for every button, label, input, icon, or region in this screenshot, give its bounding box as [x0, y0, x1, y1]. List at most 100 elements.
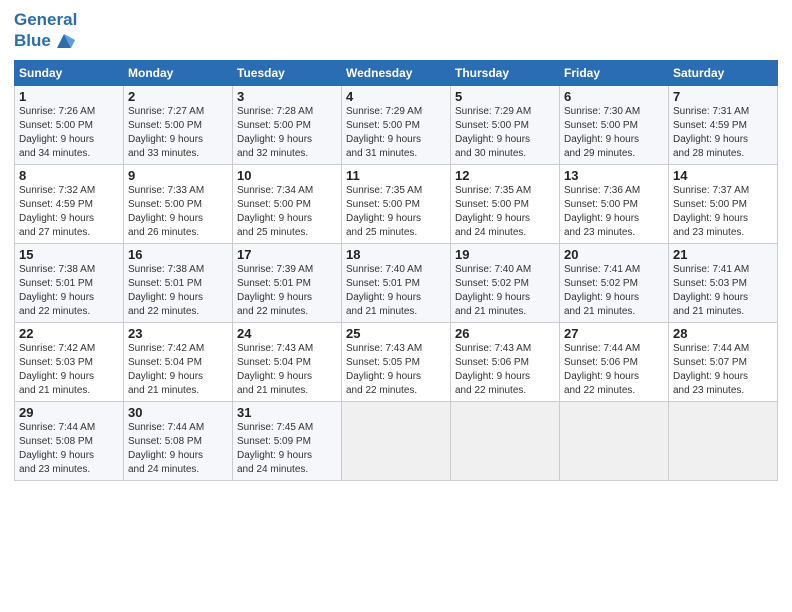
- logo-text-line2: Blue: [14, 31, 51, 51]
- calendar-cell: 13Sunrise: 7:36 AM Sunset: 5:00 PM Dayli…: [560, 164, 669, 243]
- day-detail: Sunrise: 7:27 AM Sunset: 5:00 PM Dayligh…: [128, 105, 228, 161]
- day-number: 14: [673, 168, 773, 183]
- day-detail: Sunrise: 7:38 AM Sunset: 5:01 PM Dayligh…: [128, 263, 228, 319]
- day-number: 21: [673, 247, 773, 262]
- weekday-header-tuesday: Tuesday: [233, 60, 342, 85]
- page-container: General Blue SundayMondayTuesdayWednesda…: [0, 0, 792, 491]
- calendar-cell: 27Sunrise: 7:44 AM Sunset: 5:06 PM Dayli…: [560, 322, 669, 401]
- day-number: 8: [19, 168, 119, 183]
- calendar-cell: 25Sunrise: 7:43 AM Sunset: 5:05 PM Dayli…: [342, 322, 451, 401]
- calendar-cell: 1Sunrise: 7:26 AM Sunset: 5:00 PM Daylig…: [15, 85, 124, 164]
- day-number: 26: [455, 326, 555, 341]
- day-detail: Sunrise: 7:31 AM Sunset: 4:59 PM Dayligh…: [673, 105, 773, 161]
- day-number: 27: [564, 326, 664, 341]
- day-number: 18: [346, 247, 446, 262]
- day-detail: Sunrise: 7:41 AM Sunset: 5:02 PM Dayligh…: [564, 263, 664, 319]
- calendar-cell: 4Sunrise: 7:29 AM Sunset: 5:00 PM Daylig…: [342, 85, 451, 164]
- day-detail: Sunrise: 7:45 AM Sunset: 5:09 PM Dayligh…: [237, 421, 337, 477]
- day-number: 4: [346, 89, 446, 104]
- day-detail: Sunrise: 7:39 AM Sunset: 5:01 PM Dayligh…: [237, 263, 337, 319]
- day-number: 25: [346, 326, 446, 341]
- calendar-cell: 16Sunrise: 7:38 AM Sunset: 5:01 PM Dayli…: [124, 243, 233, 322]
- logo: General Blue: [14, 10, 77, 52]
- day-detail: Sunrise: 7:42 AM Sunset: 5:03 PM Dayligh…: [19, 342, 119, 398]
- calendar-cell: 24Sunrise: 7:43 AM Sunset: 5:04 PM Dayli…: [233, 322, 342, 401]
- weekday-header-sunday: Sunday: [15, 60, 124, 85]
- weekday-header-friday: Friday: [560, 60, 669, 85]
- calendar-cell: 31Sunrise: 7:45 AM Sunset: 5:09 PM Dayli…: [233, 401, 342, 480]
- weekday-header-thursday: Thursday: [451, 60, 560, 85]
- day-number: 1: [19, 89, 119, 104]
- day-detail: Sunrise: 7:42 AM Sunset: 5:04 PM Dayligh…: [128, 342, 228, 398]
- day-number: 2: [128, 89, 228, 104]
- day-detail: Sunrise: 7:26 AM Sunset: 5:00 PM Dayligh…: [19, 105, 119, 161]
- calendar-cell: 7Sunrise: 7:31 AM Sunset: 4:59 PM Daylig…: [669, 85, 778, 164]
- calendar-cell: 14Sunrise: 7:37 AM Sunset: 5:00 PM Dayli…: [669, 164, 778, 243]
- calendar-cell: 30Sunrise: 7:44 AM Sunset: 5:08 PM Dayli…: [124, 401, 233, 480]
- day-detail: Sunrise: 7:35 AM Sunset: 5:00 PM Dayligh…: [455, 184, 555, 240]
- day-detail: Sunrise: 7:44 AM Sunset: 5:07 PM Dayligh…: [673, 342, 773, 398]
- day-detail: Sunrise: 7:36 AM Sunset: 5:00 PM Dayligh…: [564, 184, 664, 240]
- weekday-header-wednesday: Wednesday: [342, 60, 451, 85]
- calendar-cell: 11Sunrise: 7:35 AM Sunset: 5:00 PM Dayli…: [342, 164, 451, 243]
- day-detail: Sunrise: 7:43 AM Sunset: 5:06 PM Dayligh…: [455, 342, 555, 398]
- day-number: 17: [237, 247, 337, 262]
- day-number: 16: [128, 247, 228, 262]
- calendar-cell: 28Sunrise: 7:44 AM Sunset: 5:07 PM Dayli…: [669, 322, 778, 401]
- calendar-cell: 22Sunrise: 7:42 AM Sunset: 5:03 PM Dayli…: [15, 322, 124, 401]
- day-detail: Sunrise: 7:38 AM Sunset: 5:01 PM Dayligh…: [19, 263, 119, 319]
- calendar-cell: 10Sunrise: 7:34 AM Sunset: 5:00 PM Dayli…: [233, 164, 342, 243]
- day-number: 31: [237, 405, 337, 420]
- day-detail: Sunrise: 7:44 AM Sunset: 5:08 PM Dayligh…: [19, 421, 119, 477]
- calendar-cell: 2Sunrise: 7:27 AM Sunset: 5:00 PM Daylig…: [124, 85, 233, 164]
- day-detail: Sunrise: 7:29 AM Sunset: 5:00 PM Dayligh…: [346, 105, 446, 161]
- day-number: 7: [673, 89, 773, 104]
- calendar-cell: 5Sunrise: 7:29 AM Sunset: 5:00 PM Daylig…: [451, 85, 560, 164]
- day-number: 30: [128, 405, 228, 420]
- day-number: 10: [237, 168, 337, 183]
- day-detail: Sunrise: 7:41 AM Sunset: 5:03 PM Dayligh…: [673, 263, 773, 319]
- weekday-header-monday: Monday: [124, 60, 233, 85]
- calendar-cell: 21Sunrise: 7:41 AM Sunset: 5:03 PM Dayli…: [669, 243, 778, 322]
- calendar-table: SundayMondayTuesdayWednesdayThursdayFrid…: [14, 60, 778, 481]
- calendar-cell: 8Sunrise: 7:32 AM Sunset: 4:59 PM Daylig…: [15, 164, 124, 243]
- calendar-cell: 19Sunrise: 7:40 AM Sunset: 5:02 PM Dayli…: [451, 243, 560, 322]
- calendar-cell: [342, 401, 451, 480]
- calendar-cell: 12Sunrise: 7:35 AM Sunset: 5:00 PM Dayli…: [451, 164, 560, 243]
- calendar-cell: [560, 401, 669, 480]
- day-number: 20: [564, 247, 664, 262]
- day-detail: Sunrise: 7:37 AM Sunset: 5:00 PM Dayligh…: [673, 184, 773, 240]
- day-number: 28: [673, 326, 773, 341]
- calendar-cell: 17Sunrise: 7:39 AM Sunset: 5:01 PM Dayli…: [233, 243, 342, 322]
- calendar-cell: 26Sunrise: 7:43 AM Sunset: 5:06 PM Dayli…: [451, 322, 560, 401]
- calendar-cell: 20Sunrise: 7:41 AM Sunset: 5:02 PM Dayli…: [560, 243, 669, 322]
- day-detail: Sunrise: 7:33 AM Sunset: 5:00 PM Dayligh…: [128, 184, 228, 240]
- day-detail: Sunrise: 7:44 AM Sunset: 5:06 PM Dayligh…: [564, 342, 664, 398]
- day-detail: Sunrise: 7:40 AM Sunset: 5:02 PM Dayligh…: [455, 263, 555, 319]
- header: General Blue: [14, 10, 778, 52]
- day-detail: Sunrise: 7:29 AM Sunset: 5:00 PM Dayligh…: [455, 105, 555, 161]
- day-detail: Sunrise: 7:40 AM Sunset: 5:01 PM Dayligh…: [346, 263, 446, 319]
- day-detail: Sunrise: 7:34 AM Sunset: 5:00 PM Dayligh…: [237, 184, 337, 240]
- calendar-cell: 3Sunrise: 7:28 AM Sunset: 5:00 PM Daylig…: [233, 85, 342, 164]
- day-detail: Sunrise: 7:30 AM Sunset: 5:00 PM Dayligh…: [564, 105, 664, 161]
- day-number: 6: [564, 89, 664, 104]
- logo-icon: [53, 30, 75, 52]
- calendar-cell: 23Sunrise: 7:42 AM Sunset: 5:04 PM Dayli…: [124, 322, 233, 401]
- calendar-cell: 29Sunrise: 7:44 AM Sunset: 5:08 PM Dayli…: [15, 401, 124, 480]
- day-detail: Sunrise: 7:43 AM Sunset: 5:04 PM Dayligh…: [237, 342, 337, 398]
- calendar-cell: 6Sunrise: 7:30 AM Sunset: 5:00 PM Daylig…: [560, 85, 669, 164]
- day-number: 24: [237, 326, 337, 341]
- weekday-header-saturday: Saturday: [669, 60, 778, 85]
- day-detail: Sunrise: 7:28 AM Sunset: 5:00 PM Dayligh…: [237, 105, 337, 161]
- day-number: 19: [455, 247, 555, 262]
- day-number: 9: [128, 168, 228, 183]
- day-number: 11: [346, 168, 446, 183]
- day-number: 29: [19, 405, 119, 420]
- day-number: 22: [19, 326, 119, 341]
- day-number: 15: [19, 247, 119, 262]
- logo-text-line1: General: [14, 10, 77, 29]
- calendar-cell: 9Sunrise: 7:33 AM Sunset: 5:00 PM Daylig…: [124, 164, 233, 243]
- day-number: 13: [564, 168, 664, 183]
- calendar-cell: [669, 401, 778, 480]
